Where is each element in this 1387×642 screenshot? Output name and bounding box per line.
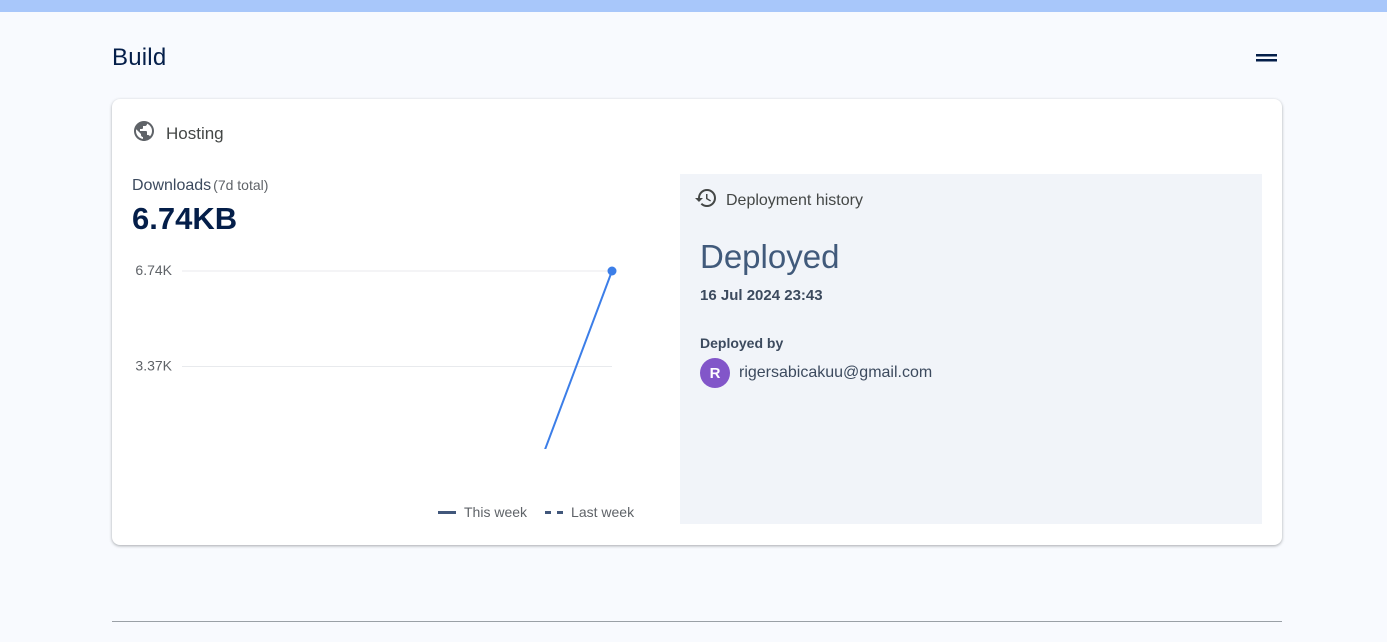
deployer: R rigersabicakuu@gmail.com	[700, 358, 932, 388]
hosting-card-header[interactable]: Hosting	[132, 119, 224, 148]
series-line-this-week	[544, 270, 613, 449]
hosting-title: Hosting	[166, 123, 224, 143]
page-title: Build	[112, 44, 167, 71]
top-banner-strip	[0, 0, 1387, 12]
deploy-status: Deployed	[700, 238, 840, 275]
avatar: R	[700, 358, 730, 388]
legend-solid-swatch	[438, 510, 456, 514]
deployment-history-link[interactable]: Deployment history	[694, 186, 863, 215]
deployment-history-title: Deployment history	[726, 191, 863, 209]
hosting-card: Hosting Downloads(7d total) 6.74KB 03.37…	[112, 99, 1282, 545]
legend-dashed-swatch	[545, 510, 564, 514]
legend-this-week-label: This week	[464, 504, 528, 520]
chart-legend: This week Last week	[438, 504, 634, 520]
point-this-week	[607, 266, 617, 276]
y-tick-label: 3.37K	[135, 358, 172, 374]
legend-last-week-label: Last week	[571, 504, 635, 520]
downloads-period: (7d total)	[213, 177, 269, 193]
history-icon	[694, 186, 718, 215]
menu-icon[interactable]	[1252, 48, 1280, 68]
y-tick-label: 6.74K	[135, 262, 172, 278]
downloads-chart: 03.37K6.74KJul 10Jul 11Jul 12Jul 13Jul 1…	[135, 262, 617, 449]
deployment-history-panel: Deployment history Deployed 16 Jul 2024 …	[680, 174, 1262, 524]
downloads-title: Downloads	[132, 177, 212, 194]
legend-this-week: This week	[438, 504, 527, 520]
legend-last-week: Last week	[545, 504, 634, 520]
globe-icon	[132, 119, 156, 148]
deployer-email: rigersabicakuu@gmail.com	[739, 364, 933, 381]
downloads-total: 6.74KB	[132, 201, 238, 236]
deploy-date: 16 Jul 2024 23:43	[700, 287, 823, 304]
deployed-by-label: Deployed by	[700, 335, 784, 351]
downloads-label: Downloads (7d total)	[132, 177, 268, 195]
divider	[112, 621, 1282, 622]
